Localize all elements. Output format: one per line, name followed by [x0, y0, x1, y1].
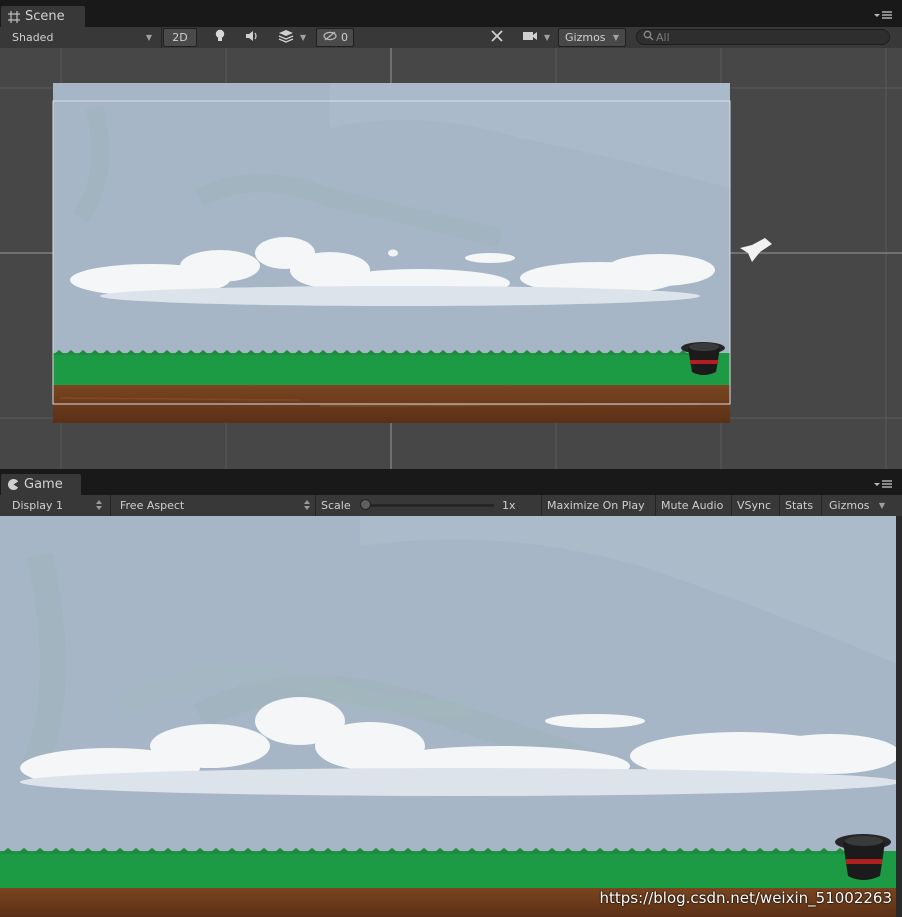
scale-label: Scale [321, 499, 351, 512]
watermark-text: https://blog.csdn.net/weixin_51002263 [599, 889, 892, 907]
toolbar-divider [110, 495, 111, 516]
maximize-on-play-toggle[interactable]: Maximize On Play [541, 496, 655, 515]
layers-icon [278, 29, 294, 46]
effects-dropdown[interactable]: ▼ [272, 28, 312, 47]
toolbar-divider [821, 495, 822, 516]
lighting-toggle-button[interactable] [206, 28, 234, 47]
scene-tab[interactable]: Scene [0, 5, 86, 27]
scene-viewport[interactable] [0, 48, 902, 469]
audio-toggle-button[interactable] [238, 28, 266, 47]
scale-slider-track[interactable] [364, 504, 494, 507]
game-gizmos-dropdown[interactable]: Gizmos ▼ [823, 496, 891, 515]
hidden-objects-toggle[interactable]: 0 [316, 28, 354, 47]
toolbar-divider [161, 27, 162, 48]
tools-button[interactable] [483, 28, 511, 47]
grid-icon [7, 10, 21, 24]
eye-slash-icon [323, 31, 337, 44]
game-viewport[interactable] [0, 516, 902, 917]
scale-value: 1x [502, 499, 516, 512]
panel-menu-icon[interactable] [874, 478, 892, 490]
game-controller-icon [7, 478, 20, 491]
scene-gizmos-label: Gizmos [565, 31, 606, 44]
scene-tab-bar: Scene [0, 0, 902, 27]
dropdown-arrow-icon: ▼ [878, 501, 885, 510]
panel-menu-icon[interactable] [874, 9, 892, 21]
game-tab-bar: Game [0, 469, 902, 495]
dropdown-arrow-icon: ▼ [145, 33, 152, 42]
scale-label-box: Scale [315, 496, 355, 515]
aspect-dropdown[interactable]: Free Aspect [114, 496, 314, 515]
draw-mode-dropdown[interactable]: Shaded ▼ [6, 28, 158, 47]
maximize-on-play-label: Maximize On Play [547, 499, 645, 512]
display-dropdown[interactable]: Display 1 [6, 496, 106, 515]
updown-arrow-icon [96, 499, 102, 511]
scene-tab-label: Scene [25, 9, 65, 24]
draw-mode-label: Shaded [12, 31, 54, 44]
game-toolbar: Display 1 Free Aspect Scale 1x Maximize … [0, 495, 902, 517]
hidden-count: 0 [341, 31, 348, 44]
game-canvas [0, 516, 902, 917]
scene-search-input[interactable]: All [636, 29, 890, 45]
vsync-label: VSync [737, 499, 772, 512]
mute-audio-toggle[interactable]: Mute Audio [655, 496, 731, 515]
mute-audio-label: Mute Audio [661, 499, 724, 512]
2d-toggle-button[interactable]: 2D [163, 28, 197, 47]
scale-slider-thumb[interactable] [360, 499, 371, 510]
lightbulb-icon [214, 29, 226, 46]
updown-arrow-icon [304, 499, 310, 511]
search-icon [643, 30, 654, 44]
dropdown-arrow-icon: ▼ [612, 33, 619, 42]
stats-label: Stats [785, 499, 814, 512]
camera-settings-dropdown[interactable]: ▼ [516, 28, 556, 47]
search-placeholder: All [656, 30, 670, 44]
display-label: Display 1 [12, 499, 64, 512]
dropdown-arrow-icon: ▼ [300, 33, 307, 42]
game-gizmos-label: Gizmos [829, 499, 870, 512]
dropdown-arrow-icon: ▼ [544, 33, 551, 42]
scene-toolbar: Shaded ▼ 2D ▼ 0 ▼ Gizmos ▼ All [0, 27, 902, 49]
stats-toggle[interactable]: Stats [779, 496, 821, 515]
camera-icon [522, 31, 538, 44]
speaker-icon [245, 30, 259, 45]
scene-canvas [0, 48, 902, 469]
wrench-icon [490, 29, 504, 46]
scale-value-box: 1x [496, 496, 532, 515]
game-view-edge [896, 516, 902, 917]
game-tab[interactable]: Game [0, 473, 82, 495]
2d-toggle-label: 2D [172, 31, 188, 44]
game-tab-label: Game [24, 477, 63, 492]
vsync-toggle[interactable]: VSync [731, 496, 779, 515]
scene-gizmos-dropdown[interactable]: Gizmos ▼ [558, 28, 626, 47]
aspect-label: Free Aspect [120, 499, 185, 512]
